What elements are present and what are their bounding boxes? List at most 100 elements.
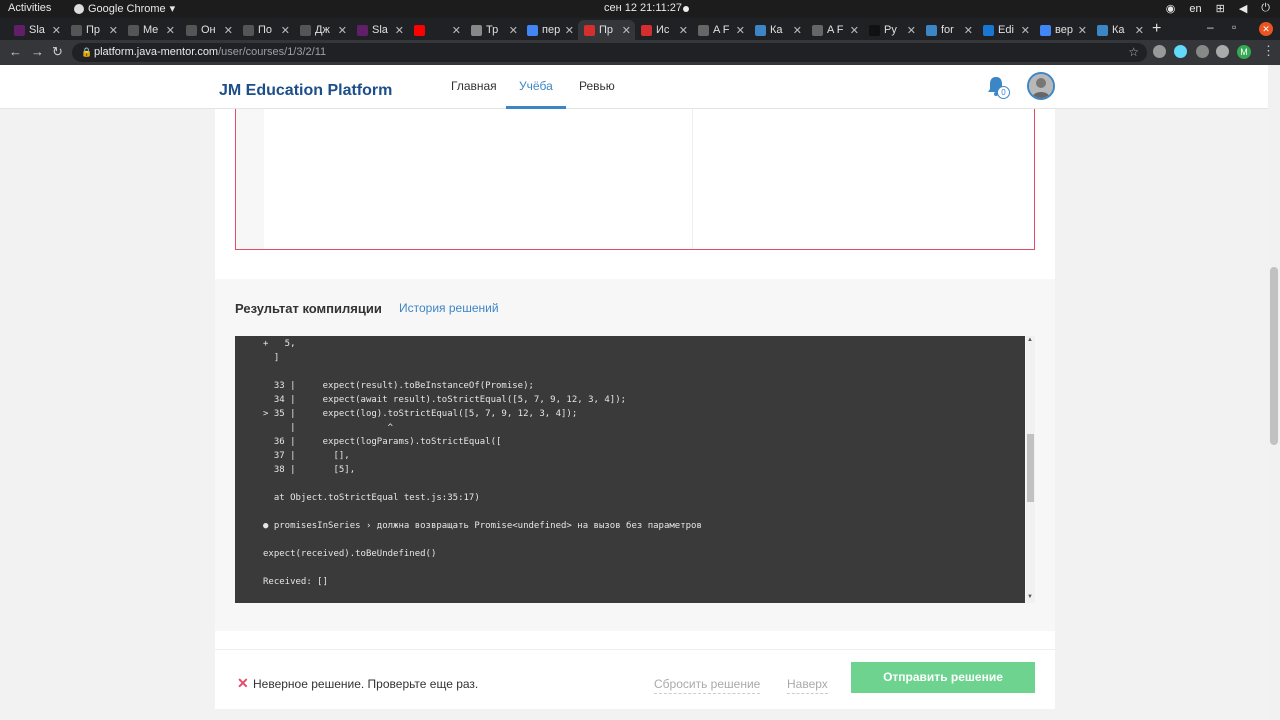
back-arrow-icon[interactable]: ←	[9, 44, 22, 59]
browser-tab[interactable]: Edi ✕	[977, 20, 1034, 40]
bookmark-star-icon[interactable]: ☆	[1128, 43, 1139, 62]
url-host: platform.java-mentor.com	[94, 46, 219, 58]
tab-close-icon[interactable]: ✕	[907, 24, 916, 37]
power-icon: ⏻	[1261, 2, 1270, 14]
app-name: Google Chrome	[88, 2, 166, 15]
clock[interactable]: сен 12 21:11:27	[604, 2, 682, 14]
tab-close-icon[interactable]: ✕	[1078, 24, 1087, 37]
browser-tab[interactable]: ✕	[408, 20, 465, 40]
nav-study[interactable]: Учёба	[519, 79, 553, 93]
console-line: 36 | expect(logParams).toStrictEqual([	[263, 437, 502, 447]
browser-tab[interactable]: вер ✕	[1034, 20, 1091, 40]
tab-close-icon[interactable]: ✕	[224, 24, 233, 37]
tab-close-icon[interactable]: ✕	[109, 24, 118, 37]
browser-tab[interactable]: Пр ✕	[578, 20, 635, 40]
action-bar: ✕ Неверное решение. Проверьте еще раз. С…	[215, 649, 1055, 709]
editor-divider	[692, 109, 693, 249]
browser-tab[interactable]: Дж ✕	[294, 20, 351, 40]
tab-close-icon[interactable]: ✕	[1135, 24, 1144, 37]
tab-close-icon[interactable]: ✕	[622, 24, 631, 37]
tab-close-icon[interactable]: ✕	[509, 24, 518, 37]
profile-avatar[interactable]: M	[1237, 45, 1251, 59]
tab-favicon-icon	[812, 24, 823, 36]
browser-tab[interactable]: Ка ✕	[1091, 20, 1148, 40]
scroll-top-button[interactable]: Наверх	[787, 677, 828, 694]
site-logo[interactable]: JM Education Platform	[219, 82, 392, 100]
restore-button[interactable]: ▫	[1232, 20, 1236, 34]
system-tray[interactable]: ◉ en ⊞ ◀ ⏻	[1166, 2, 1270, 15]
activities-button[interactable]: Activities	[8, 2, 51, 14]
error-x-icon: ✕	[237, 675, 249, 691]
tab-favicon-icon	[869, 24, 880, 36]
extension-icon[interactable]	[1196, 45, 1209, 58]
tab-close-icon[interactable]: ✕	[52, 24, 61, 37]
browser-tab[interactable]: Пр ✕	[65, 20, 122, 40]
tab-close-icon[interactable]: ✕	[736, 24, 745, 37]
code-editor[interactable]	[235, 109, 1035, 250]
tab-close-icon[interactable]: ✕	[565, 24, 574, 37]
tab-close-icon[interactable]: ✕	[166, 24, 175, 37]
scroll-down-icon[interactable]: ▼	[1027, 594, 1033, 600]
console-scrollbar[interactable]: ▲ ▼	[1026, 336, 1035, 603]
browser-tab[interactable]: Тр ✕	[465, 20, 522, 40]
browser-tab[interactable]: for ✕	[920, 20, 977, 40]
language-indicator[interactable]: en	[1189, 3, 1201, 15]
compilation-output[interactable]: + 5, ] 33 | expect(result).toBeInstanceO…	[235, 336, 1025, 603]
console-line: ]	[263, 353, 280, 363]
volume-icon: ◀	[1238, 3, 1248, 15]
nav-home[interactable]: Главная	[451, 79, 497, 93]
page-scrollbar-thumb[interactable]	[1270, 267, 1278, 445]
reload-icon[interactable]: ↻	[52, 44, 63, 60]
tab-close-icon[interactable]: ✕	[850, 24, 859, 37]
browser-tab[interactable]: Ру ✕	[863, 20, 920, 40]
tab-close-icon[interactable]: ✕	[1021, 24, 1030, 37]
browser-tab[interactable]: Me ✕	[122, 20, 179, 40]
recording-indicator-icon	[683, 6, 689, 12]
reset-solution-button[interactable]: Сбросить решение	[654, 677, 761, 694]
tab-title: Edi	[998, 24, 1014, 36]
tab-close-icon[interactable]: ✕	[964, 24, 973, 37]
extension-icon[interactable]	[1153, 45, 1166, 58]
os-top-bar: Activities Google Chrome ▾ сен 12 21:11:…	[0, 0, 1280, 18]
browser-tab[interactable]: Ис ✕	[635, 20, 692, 40]
result-title: Результат компиляции	[235, 301, 382, 316]
tab-close-icon[interactable]: ✕	[338, 24, 347, 37]
tab-favicon-icon	[357, 24, 368, 36]
solution-history-link[interactable]: История решений	[399, 301, 499, 315]
submit-solution-button[interactable]: Отправить решение	[851, 662, 1035, 693]
extensions-puzzle-icon[interactable]	[1216, 45, 1229, 58]
browser-tab[interactable]: A F ✕	[806, 20, 863, 40]
network-icon: ⊞	[1215, 3, 1225, 15]
browser-tab[interactable]: Он ✕	[180, 20, 237, 40]
browser-tab[interactable]: Sla ✕	[8, 20, 65, 40]
nav-review[interactable]: Ревью	[579, 79, 615, 93]
browser-tab[interactable]: По ✕	[237, 20, 294, 40]
react-devtools-icon[interactable]	[1174, 45, 1187, 58]
address-bar[interactable]: 🔒 platform.java-mentor.com/user/courses/…	[72, 43, 1147, 62]
browser-tab[interactable]: Ка ✕	[749, 20, 806, 40]
tab-favicon-icon	[926, 24, 937, 36]
app-menu[interactable]: Google Chrome ▾	[74, 2, 175, 15]
chrome-menu-icon[interactable]: ⋮	[1262, 43, 1275, 59]
close-window-button[interactable]: ✕	[1259, 22, 1273, 36]
tab-favicon-icon	[527, 24, 538, 36]
tab-title: пер	[542, 24, 561, 36]
forward-arrow-icon[interactable]: →	[31, 44, 44, 59]
tab-close-icon[interactable]: ✕	[793, 24, 802, 37]
tab-close-icon[interactable]: ✕	[679, 24, 688, 37]
lock-icon: 🔒	[81, 47, 93, 57]
tab-close-icon[interactable]: ✕	[452, 24, 461, 37]
tab-close-icon[interactable]: ✕	[395, 24, 404, 37]
browser-tab[interactable]: Sla ✕	[351, 20, 408, 40]
console-scrollbar-thumb[interactable]	[1027, 434, 1034, 502]
tab-close-icon[interactable]: ✕	[281, 24, 290, 37]
tab-title: Он	[201, 24, 216, 36]
minimize-button[interactable]: –	[1207, 20, 1214, 34]
browser-tab[interactable]: пер ✕	[521, 20, 578, 40]
new-tab-button[interactable]: +	[1152, 20, 1161, 38]
url-path: /user/courses/1/3/2/11	[218, 46, 327, 58]
tab-favicon-icon	[71, 24, 82, 36]
browser-tab[interactable]: A F ✕	[692, 20, 749, 40]
scroll-up-icon[interactable]: ▲	[1027, 337, 1033, 343]
user-avatar[interactable]	[1027, 72, 1055, 100]
